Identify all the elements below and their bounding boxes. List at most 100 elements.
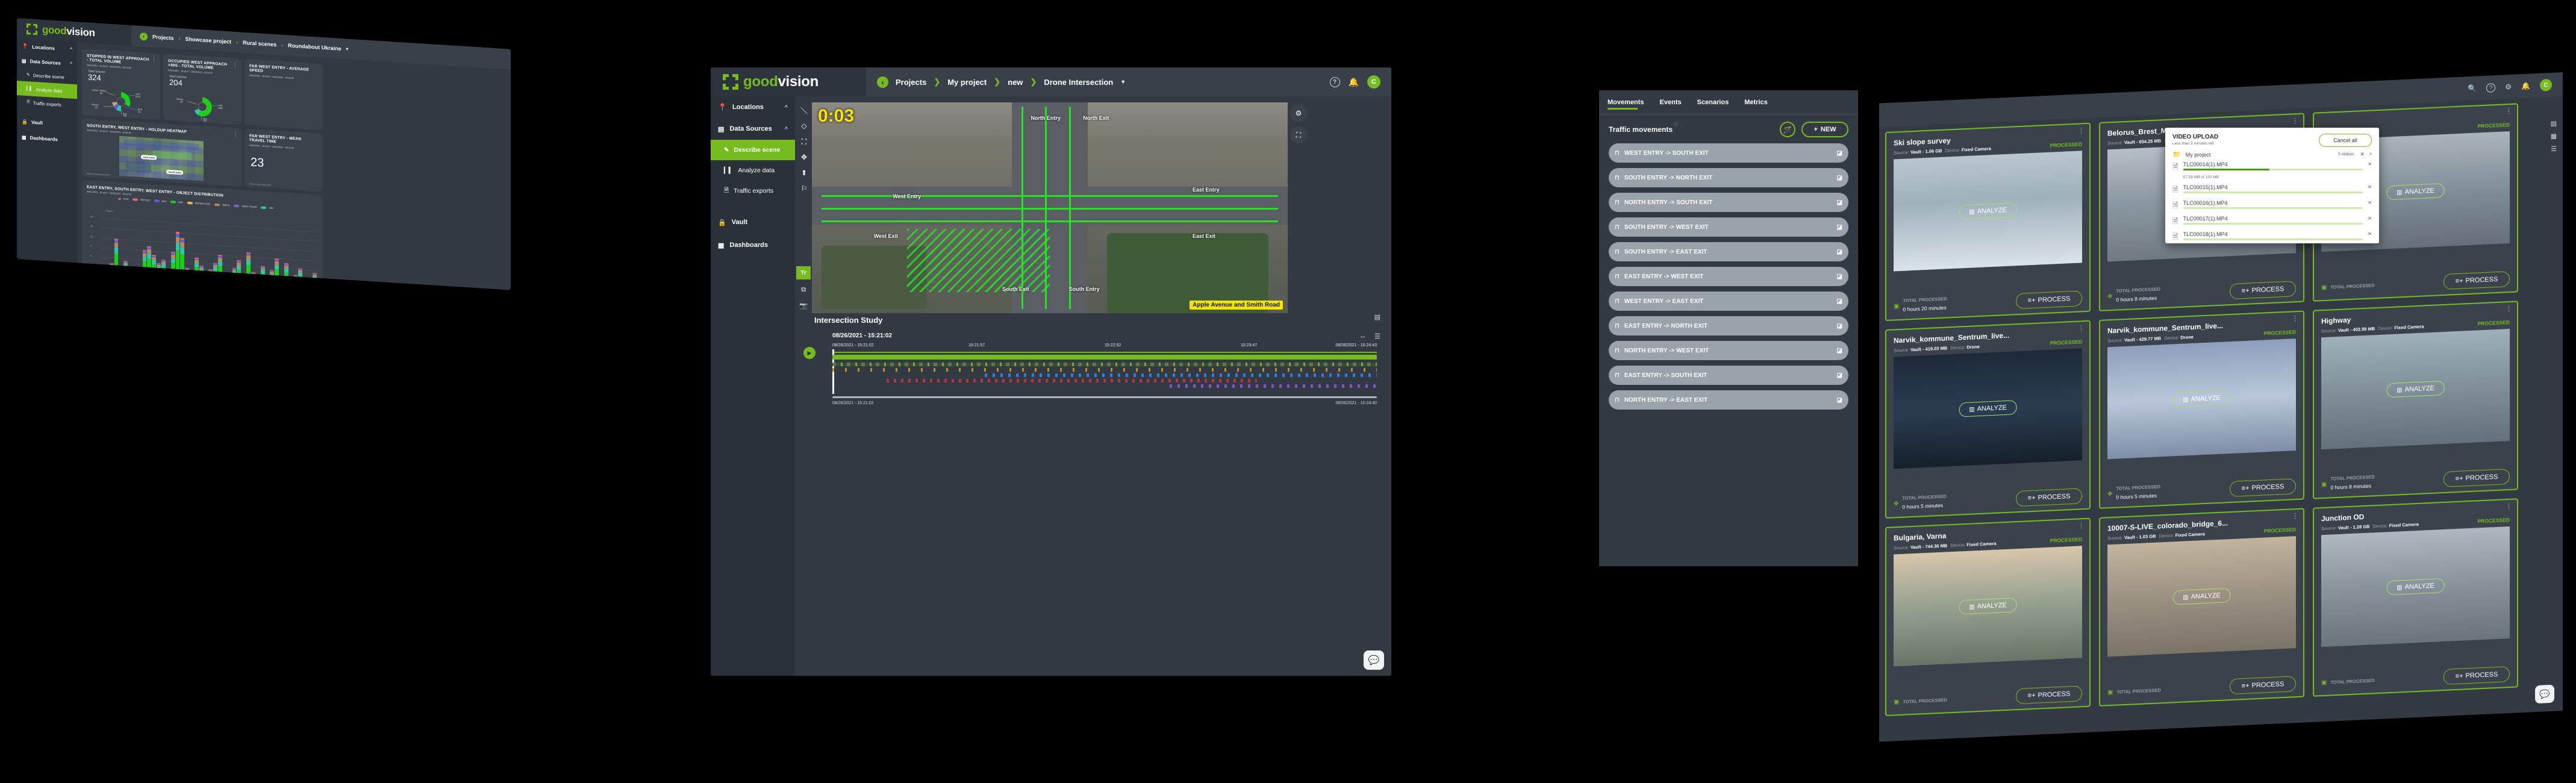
card-menu-icon[interactable]: ⋮: [2078, 522, 2085, 529]
card-occupied-west-approach[interactable]: ⋮ OCCUPIED WEST APPROACH >30S - TOTAL VO…: [163, 54, 242, 125]
copy-icon[interactable]: ⧉: [796, 283, 811, 296]
bar[interactable]: [170, 239, 175, 281]
cancel-all-button[interactable]: Cancel all: [2319, 134, 2372, 147]
chevron-up-icon[interactable]: ^: [70, 47, 72, 51]
sidebar-item-describe-scene[interactable]: ✎ Describe scene: [711, 140, 795, 160]
movement-edit-icon[interactable]: ◪: [1837, 273, 1842, 280]
chevron-up-icon[interactable]: ^: [70, 61, 72, 66]
bar[interactable]: [246, 240, 251, 286]
sidebar-item-dashboards[interactable]: ▦ Dashboards: [711, 234, 795, 257]
timeline-track[interactable]: [832, 349, 1377, 394]
bell-icon[interactable]: 🔔: [2521, 81, 2530, 90]
bar[interactable]: [218, 242, 222, 284]
legend-item[interactable]: HEAVY TRUCK: [234, 205, 257, 209]
rail-grid-icon[interactable]: ▦: [2546, 132, 2562, 140]
sidebar-item-locations[interactable]: 📍 Locations ^: [711, 96, 795, 118]
bar[interactable]: [204, 267, 208, 283]
movement-item[interactable]: ⊓ SOUTH ENTRY -> NORTH EXIT ◪: [1609, 168, 1848, 187]
bar[interactable]: [185, 252, 190, 282]
process-button[interactable]: ≡+ PROCESS: [2230, 676, 2296, 695]
sidebar-item-analyze-data[interactable]: ▎▍ Analyze data: [711, 160, 795, 181]
auto-detect-button[interactable]: 🪄: [1780, 122, 1795, 137]
bar[interactable]: [147, 234, 152, 280]
rail-filter-icon[interactable]: ▤: [2546, 119, 2562, 128]
bar[interactable]: [279, 261, 284, 288]
movement-edit-icon[interactable]: ◪: [1837, 298, 1842, 305]
video-card[interactable]: ⋮ 10007-S-LIVE_colorado_bridge_6... Source…: [2099, 508, 2304, 707]
movement-item[interactable]: ⊓ SOUTH ENTRY -> WEST EXIT ◪: [1609, 217, 1848, 237]
bar[interactable]: [275, 245, 279, 288]
avatar[interactable]: C: [2540, 78, 2552, 92]
process-button[interactable]: ≡+ PROCESS: [2443, 270, 2510, 290]
breadcrumb-back-button[interactable]: ‹: [877, 76, 888, 88]
process-button[interactable]: ≡+ PROCESS: [2230, 280, 2296, 299]
process-button[interactable]: ≡+ PROCESS: [2016, 487, 2082, 507]
card-menu-icon[interactable]: ⋮: [151, 56, 157, 63]
timeline-play-button[interactable]: ▶: [803, 347, 816, 359]
bar[interactable]: [232, 252, 237, 285]
timeline-menu-icon[interactable]: ☰: [1374, 332, 1380, 340]
help-icon[interactable]: ?: [1329, 76, 1340, 87]
sidebar-item-dashboards[interactable]: ▦ Dashboards: [17, 129, 77, 148]
breadcrumb-item-drone-intersection[interactable]: Drone Intersection: [1044, 78, 1113, 87]
bar[interactable]: [303, 270, 308, 290]
search-icon[interactable]: 🔍: [2468, 84, 2477, 93]
movement-item[interactable]: ⊓ WEST ENTRY -> EAST EXIT ◪: [1609, 292, 1848, 311]
timeline-scrollbar[interactable]: [832, 396, 1377, 398]
card-far-west-entry-speed[interactable]: FAR WEST ENTRY - AVERAGE SPEED 04/01/202…: [245, 58, 323, 130]
bar[interactable]: [284, 249, 288, 289]
bar[interactable]: [251, 257, 255, 286]
card-menu-icon[interactable]: ⋮: [2078, 127, 2085, 134]
legend-item[interactable]: TRUCK: [214, 204, 229, 207]
video-thumbnail[interactable]: ▥ANALYZE: [1894, 151, 2082, 272]
bar[interactable]: [260, 251, 265, 287]
bar[interactable]: [175, 226, 180, 282]
polygon-icon[interactable]: ◇: [796, 118, 812, 134]
tab-movements[interactable]: Movements: [1608, 99, 1644, 110]
bar[interactable]: [227, 265, 232, 285]
tool-settings-icon[interactable]: ⚙: [1290, 105, 1307, 122]
card-menu-icon[interactable]: ⋮: [2506, 503, 2512, 510]
cancel-upload-icon[interactable]: ✕: [2368, 200, 2372, 205]
bar[interactable]: [119, 258, 123, 278]
movement-edit-icon[interactable]: ◪: [1837, 150, 1842, 157]
upload-icon[interactable]: ⬆: [796, 165, 812, 181]
legend-item[interactable]: trend: [118, 198, 128, 201]
breadcrumb-item-0[interactable]: Projects: [152, 34, 174, 41]
breadcrumb-item-new[interactable]: new: [1008, 78, 1023, 87]
movement-edit-icon[interactable]: ◪: [1837, 397, 1842, 404]
card-menu-icon[interactable]: ⋮: [2506, 305, 2512, 313]
timeline-range-bar[interactable]: [832, 355, 1377, 360]
card-menu-icon[interactable]: ⋮: [2292, 513, 2298, 520]
breadcrumb-item-3[interactable]: Roundabout Ukraine: [288, 42, 341, 52]
card-menu-icon[interactable]: ⋮: [2078, 325, 2085, 332]
bar[interactable]: [222, 261, 227, 284]
chevron-down-icon[interactable]: ▼: [1120, 79, 1126, 85]
layers-icon[interactable]: ▤: [1374, 313, 1380, 321]
bar[interactable]: [100, 254, 104, 277]
breadcrumb-item-2[interactable]: Rural scenes: [243, 40, 276, 48]
bar[interactable]: [237, 246, 242, 285]
tab-scenarios[interactable]: Scenarios: [1697, 99, 1729, 106]
analyze-overlay-button[interactable]: ▥ANALYZE: [1959, 597, 2017, 615]
move-icon[interactable]: ✥: [796, 149, 812, 165]
bar[interactable]: [104, 257, 109, 277]
video-card[interactable]: ⋮ Narvik_kommune_Sentrum_live... Source: V…: [2099, 310, 2304, 509]
movement-edit-icon[interactable]: ◪: [1837, 199, 1842, 206]
card-menu-icon[interactable]: ⋮: [232, 131, 238, 138]
close-icon[interactable]: ✕: [2360, 151, 2365, 158]
legend-item[interactable]: VAN: [261, 206, 273, 210]
bar[interactable]: [142, 237, 147, 279]
bar[interactable]: [199, 250, 204, 283]
tab-events[interactable]: Events: [1660, 99, 1682, 106]
bar[interactable]: [180, 229, 185, 282]
card-menu-icon[interactable]: ⋮: [2506, 108, 2512, 115]
process-button[interactable]: ≡+ PROCESS: [2230, 478, 2296, 497]
analyze-overlay-button[interactable]: ▥ANALYZE: [1959, 400, 2017, 417]
analyze-overlay-button[interactable]: ▥ANALYZE: [1959, 202, 2017, 220]
collapse-icon[interactable]: ^: [2369, 152, 2372, 158]
process-button[interactable]: ≡+ PROCESS: [2443, 468, 2510, 487]
movement-edit-icon[interactable]: ◪: [1837, 372, 1842, 379]
bar[interactable]: [114, 229, 119, 278]
video-card[interactable]: ⋮ Bulgaria, Varna Source: Vault - 744.36 M…: [1885, 517, 2091, 717]
